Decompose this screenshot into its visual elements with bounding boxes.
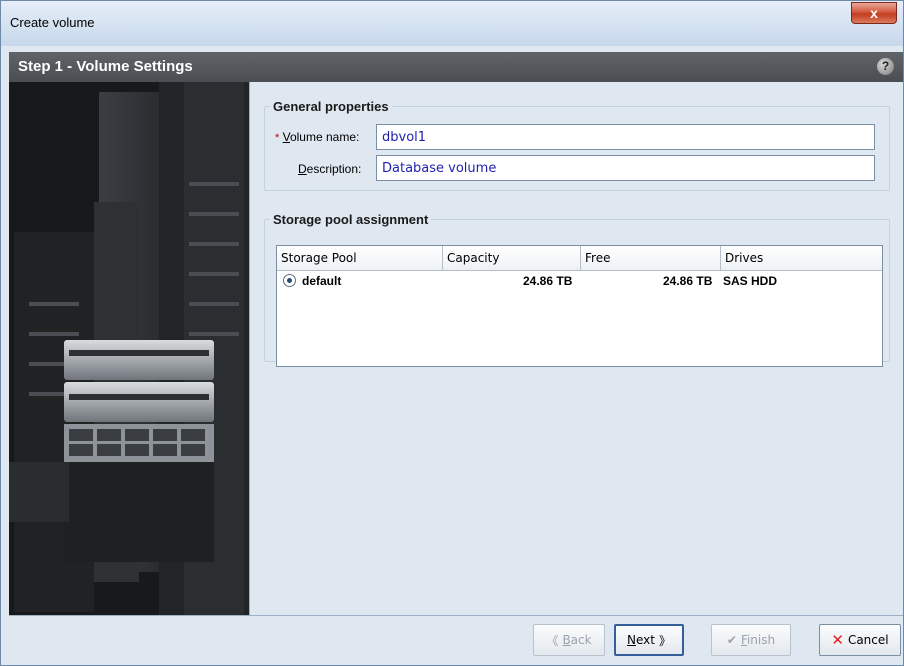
storage-rack-illustration [9,82,249,615]
description-label: Description: [298,162,362,176]
pool-capacity: 24.86 TB [523,274,573,288]
pool-name: default [302,274,342,288]
required-marker: * [275,132,280,144]
double-chevron-right-icon: 》 [658,633,671,648]
description-input[interactable] [376,155,875,181]
next-button[interactable]: Next 》 [614,624,684,656]
title-bar: Create volume x [1,1,903,46]
help-icon[interactable]: ? [877,58,894,75]
column-header-storage-pool[interactable]: Storage Pool [277,246,443,270]
back-button[interactable]: 《 Back [533,624,605,656]
step-title: Step 1 - Volume Settings [18,58,193,75]
checkmark-icon: ✔ [726,633,737,647]
pool-drives: SAS HDD [723,274,778,288]
close-button[interactable]: x [851,2,897,24]
storage-pool-table: Storage Pool Capacity Free Drives defaul… [276,245,883,367]
general-properties-legend: General properties [273,99,389,114]
table-row[interactable]: default 24.86 TB 24.86 TB SAS HDD [277,271,882,291]
volume-name-input[interactable] [376,124,875,150]
general-properties-group: General properties * Volume name: Descri… [264,99,890,191]
column-header-free[interactable]: Free [581,246,721,270]
storage-pool-legend: Storage pool assignment [273,212,429,227]
pool-radio-button[interactable] [283,274,296,287]
finish-button[interactable]: ✔ Finish [711,624,791,656]
table-header: Storage Pool Capacity Free Drives [277,246,882,271]
column-header-drives[interactable]: Drives [721,246,882,270]
pool-free: 24.86 TB [663,274,713,288]
volume-name-label: * Volume name: [275,130,360,144]
cancel-button[interactable]: ✕ Cancel [819,624,901,656]
red-x-icon: ✕ [831,631,844,649]
sidebar-storage-image [9,82,249,615]
column-header-capacity[interactable]: Capacity [443,246,581,270]
double-chevron-left-icon: 《 [546,633,559,648]
close-icon: x [870,5,878,21]
content-panel: General properties * Volume name: Descri… [249,82,903,615]
storage-pool-group: Storage pool assignment Storage Pool Cap… [264,212,890,367]
step-header: Step 1 - Volume Settings ? [9,52,903,82]
create-volume-dialog: Create volume x Step 1 - Volume Settings… [0,0,904,666]
window-title: Create volume [10,15,95,30]
wizard-footer: 《 Back Next 》 ✔ Finish ✕ Cancel [9,615,903,665]
